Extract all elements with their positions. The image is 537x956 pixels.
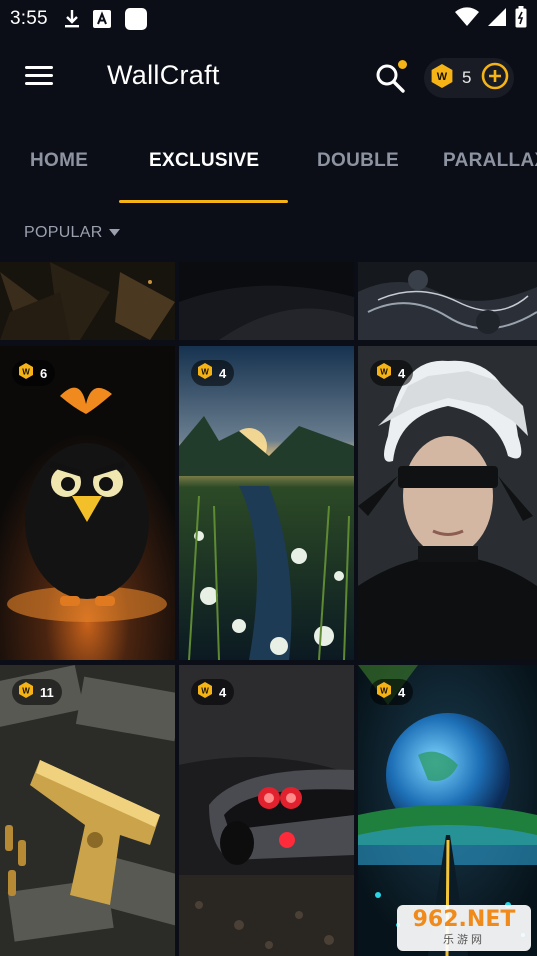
coin-icon: W [197, 362, 213, 385]
wallpaper-grid: W 6 W 4 W 4 W 11 W 4 W 4 [0, 262, 537, 956]
watermark-sub: 乐游网 [443, 934, 485, 946]
active-tab-indicator [119, 200, 288, 203]
price-value: 6 [40, 365, 48, 381]
status-time: 3:55 [10, 8, 48, 29]
price-badge: W 4 [191, 360, 235, 386]
tab-parallax[interactable]: PARALLAX [443, 150, 537, 172]
tab-exclusive[interactable]: EXCLUSIVE [149, 150, 259, 172]
svg-text:W: W [380, 686, 388, 695]
wallpaper-tile[interactable]: W 4 [358, 346, 537, 660]
coin-icon: W [18, 681, 34, 704]
wallpaper-tile-partial[interactable] [179, 262, 354, 340]
svg-text:W: W [201, 686, 209, 695]
category-tabs: HOME EXCLUSIVE DOUBLE PARALLAX [0, 130, 537, 204]
price-value: 4 [398, 684, 406, 700]
wallpaper-tile[interactable]: W 6 [0, 346, 175, 660]
sort-dropdown[interactable]: POPULAR [24, 224, 120, 242]
wallpaper-image-car [179, 665, 354, 956]
price-badge: W 4 [191, 679, 235, 705]
price-value: 11 [40, 684, 54, 700]
square-app-icon [124, 7, 148, 31]
wallpaper-tile[interactable]: W 4 [179, 346, 354, 660]
tab-double[interactable]: DOUBLE [317, 150, 399, 172]
coin-icon: W [376, 362, 392, 385]
site-watermark: 962.NET 乐游网 [397, 905, 531, 951]
coin-icon: W [430, 63, 454, 94]
tab-home[interactable]: HOME [30, 150, 88, 172]
wifi-icon [455, 6, 479, 32]
wallpaper-image-pistol [0, 665, 175, 956]
coin-balance-button[interactable]: W 5 [424, 58, 514, 98]
status-bar: 3:55 [0, 0, 537, 38]
wallpaper-tile-partial[interactable] [358, 262, 537, 340]
svg-text:W: W [22, 686, 30, 695]
caret-down-icon [108, 224, 120, 242]
app-title: WallCraft [107, 60, 220, 90]
coin-icon: W [376, 681, 392, 704]
wallpaper-tile-partial[interactable] [0, 262, 175, 340]
download-icon [64, 9, 80, 29]
svg-text:W: W [380, 367, 388, 376]
price-value: 4 [219, 684, 227, 700]
wallpaper-image-character [358, 346, 537, 660]
price-badge: W 4 [370, 679, 414, 705]
watermark-main: 962.NET [412, 907, 516, 932]
price-badge: W 11 [12, 679, 62, 705]
price-value: 4 [219, 365, 227, 381]
add-circle-icon[interactable] [481, 62, 509, 95]
price-badge: W 6 [12, 360, 56, 386]
price-badge: W 4 [370, 360, 414, 386]
menu-icon[interactable] [25, 66, 57, 90]
notification-dot [398, 60, 407, 69]
wallpaper-tile[interactable]: W 4 [179, 665, 354, 956]
wallpaper-image-meadow [179, 346, 354, 660]
price-value: 4 [398, 365, 406, 381]
coin-icon: W [18, 362, 34, 385]
wallpaper-image-bird [0, 346, 175, 660]
svg-text:W: W [201, 367, 209, 376]
wallpaper-tile[interactable]: W 11 [0, 665, 175, 956]
svg-text:W: W [22, 367, 30, 376]
app-bar: WallCraft W 5 [0, 38, 537, 118]
font-a-icon [92, 9, 112, 29]
signal-icon [487, 7, 507, 32]
coin-icon: W [197, 681, 213, 704]
sort-label: POPULAR [24, 224, 103, 241]
svg-text:W: W [437, 71, 448, 83]
coin-count: 5 [462, 68, 472, 87]
battery-icon [515, 5, 527, 33]
